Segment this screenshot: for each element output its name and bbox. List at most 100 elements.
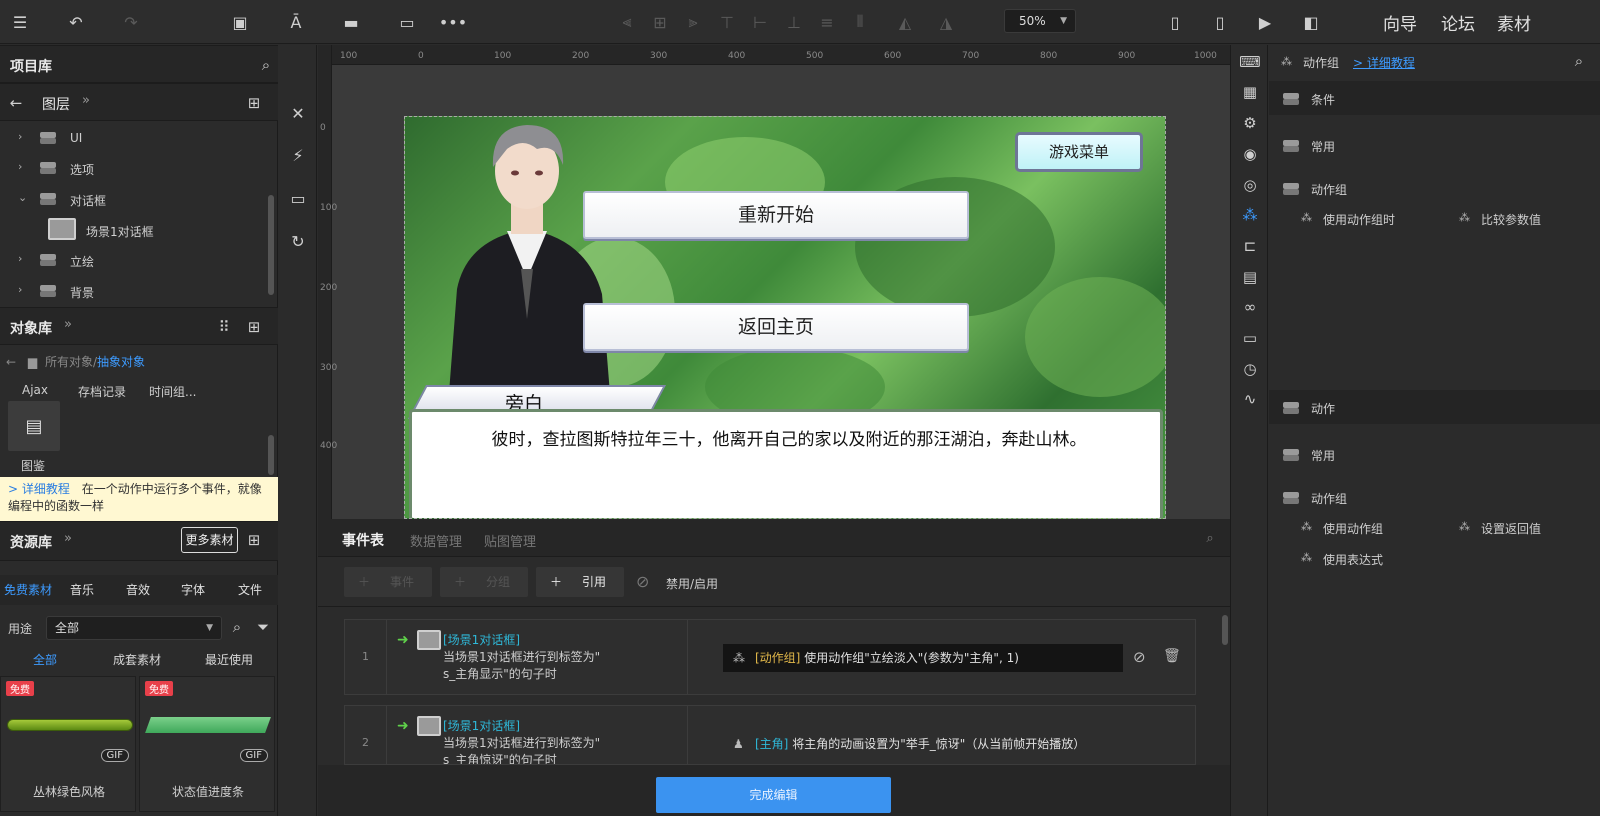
grid-view-icon[interactable]: ⠿ <box>214 317 234 337</box>
align-middle-icon[interactable]: ⊢ <box>748 10 772 34</box>
header-tutorial-link[interactable]: > 详细教程 <box>1353 54 1415 71</box>
object-tab-save[interactable]: 存档记录 <box>78 383 126 400</box>
tree-item-ui[interactable]: › UI <box>0 123 268 153</box>
subtab-all[interactable]: 全部 <box>33 651 57 668</box>
settings-gear-icon[interactable]: ⚙ <box>1239 112 1261 134</box>
align-left-icon[interactable]: ⫷ <box>615 10 639 34</box>
event-condition[interactable]: [场景1对话框] 当场景1对话框进行到标签为" s_主角惊讶"的句子时 <box>443 718 600 764</box>
actions-section[interactable]: 动作 <box>1269 390 1600 424</box>
tab-fonts[interactable]: 字体 <box>181 581 205 598</box>
tree-item-dialog[interactable]: ⌄ 对话框 <box>0 184 268 214</box>
tip-tutorial-link[interactable]: > 详细教程 <box>8 482 70 496</box>
flip-icon[interactable]: ◭ <box>893 10 917 34</box>
back-arrow-icon[interactable]: ← <box>6 93 26 113</box>
subtab-sets[interactable]: 成套素材 <box>113 651 161 668</box>
lightning-icon[interactable]: ⚡ <box>286 143 310 167</box>
file-folder-icon[interactable]: ▭ <box>286 186 310 210</box>
more-icon[interactable]: ••• <box>439 10 467 34</box>
chevron-right-icon[interactable]: › <box>18 283 22 296</box>
align-top-icon[interactable]: ⊤ <box>715 10 739 34</box>
conditions-common[interactable]: 常用 <box>1311 138 1335 155</box>
chevron-right-icon[interactable]: › <box>18 130 22 143</box>
back-arrow-icon[interactable]: ← <box>6 355 16 369</box>
hamburger-menu-icon[interactable]: ☰ <box>8 10 32 34</box>
redo-icon[interactable]: ↷ <box>119 10 143 34</box>
phone-settings-icon[interactable]: ▯ <box>1208 10 1232 34</box>
add-event-button[interactable]: ＋事件 <box>344 567 432 597</box>
split-preview-icon[interactable]: ◧ <box>1299 10 1323 34</box>
hierarchy-icon[interactable]: ⊏ <box>1239 235 1261 257</box>
tree-item-background[interactable]: › 背景 <box>0 276 268 306</box>
game-menu-button[interactable]: 游戏菜单 <box>1015 132 1143 172</box>
restart-button[interactable]: 重新开始 <box>583 191 969 239</box>
guide-link[interactable]: 向导 <box>1383 10 1417 35</box>
object-tab-timegroup[interactable]: 时间组... <box>149 383 196 400</box>
action-group-icon[interactable]: ⁂ <box>1239 204 1261 226</box>
disable-icon[interactable]: ⊘ <box>1133 648 1146 666</box>
loop-icon[interactable]: ∞ <box>1239 296 1261 318</box>
keyboard-alt-icon[interactable]: ▭ <box>1239 327 1261 349</box>
action-use-action-group[interactable]: 使用动作组 <box>1323 520 1383 537</box>
trash-icon[interactable]: 🗑 <box>1163 648 1181 664</box>
filter-icon[interactable]: ⏷ <box>253 617 273 637</box>
subtab-recent[interactable]: 最近使用 <box>205 651 253 668</box>
event-row[interactable]: 1 ➜ [场景1对话框] 当场景1对话框进行到标签为" s_主角显示"的句子时 … <box>344 619 1196 695</box>
disable-icon[interactable]: ⊘ <box>636 572 649 591</box>
tree-item-options[interactable]: › 选项 <box>0 153 268 183</box>
event-action[interactable]: ♟ [主角] 将主角的动画设置为"举手_惊讶"（从当前帧开始播放） <box>723 730 1123 758</box>
add-group-button[interactable]: ＋分组 <box>440 567 528 597</box>
actions-common[interactable]: 常用 <box>1311 447 1335 464</box>
forum-link[interactable]: 论坛 <box>1441 10 1475 35</box>
conditions-section[interactable]: 条件 <box>1269 81 1600 115</box>
image-icon[interactable]: ▣ <box>228 10 252 34</box>
layer-scrollbar[interactable] <box>268 195 274 295</box>
text-icon[interactable]: Ā <box>284 10 308 34</box>
asset-card-jungle[interactable]: 免费 GIF 丛林绿色风格 <box>0 676 136 812</box>
flip-vertical-icon[interactable]: ◮ <box>934 10 958 34</box>
tab-texture-manager[interactable]: 贴图管理 <box>484 531 536 550</box>
chevron-right-icon[interactable]: » <box>64 317 72 332</box>
condition-use-action-group[interactable]: 使用动作组时 <box>1323 211 1395 228</box>
add-icon[interactable]: ⊞ <box>244 93 264 113</box>
sdk-icon[interactable]: ▦ <box>1239 81 1261 103</box>
distribute-h-icon[interactable]: ≡ <box>815 10 839 34</box>
tab-music[interactable]: 音乐 <box>70 581 94 598</box>
add-icon[interactable]: ⊞ <box>244 530 264 550</box>
add-icon[interactable]: ⊞ <box>244 317 264 337</box>
keyboard-icon[interactable]: ⌨ <box>1239 51 1261 73</box>
tab-sfx[interactable]: 音效 <box>126 581 150 598</box>
document-icon[interactable]: ▤ <box>1239 266 1261 288</box>
chevron-right-icon[interactable]: » <box>82 93 90 108</box>
fingerprint-icon[interactable]: ◎ <box>1239 174 1261 196</box>
align-center-icon[interactable]: ⊞ <box>648 10 672 34</box>
search-icon[interactable]: ⌕ <box>1200 528 1220 548</box>
finish-editing-button[interactable]: 完成编辑 <box>656 777 891 813</box>
refresh-icon[interactable]: ↻ <box>286 229 310 253</box>
tab-data-manager[interactable]: 数据管理 <box>410 531 462 550</box>
phone-portrait-icon[interactable]: ▯ <box>1163 10 1187 34</box>
align-right-icon[interactable]: ⫸ <box>681 10 705 34</box>
conditions-group[interactable]: 动作组 <box>1311 181 1347 198</box>
actions-group[interactable]: 动作组 <box>1311 490 1347 507</box>
timer-icon[interactable]: ◷ <box>1239 358 1261 380</box>
usage-select[interactable]: 全部 ▼ <box>46 616 222 640</box>
tab-event-sheet[interactable]: 事件表 <box>342 530 384 550</box>
dialog-box[interactable]: 彼时，查拉图斯特拉年三十，他离开自己的家以及附近的那汪湖泊，奔赴山林。 <box>409 409 1163 518</box>
chevron-down-icon[interactable]: ⌄ <box>18 191 27 204</box>
distribute-v-icon[interactable]: ⦀ <box>848 10 872 34</box>
home-button[interactable]: 返回主页 <box>583 303 969 351</box>
search-icon[interactable]: ⌕ <box>227 617 247 637</box>
audio-wave-icon[interactable]: ∿ <box>1239 388 1261 410</box>
gallery-object-icon[interactable]: ▤ <box>8 401 60 451</box>
event-condition[interactable]: [场景1对话框] 当场景1对话框进行到标签为" s_主角显示"的句子时 <box>443 632 600 683</box>
event-action[interactable]: ⁂ [动作组] 使用动作组"立绘淡入"(参数为"主角", 1) <box>723 644 1123 672</box>
toggle-enable-button[interactable]: 禁用/启用 <box>666 575 718 592</box>
condition-compare-param[interactable]: 比较参数值 <box>1481 211 1541 228</box>
event-row[interactable]: 2 ➜ [场景1对话框] 当场景1对话框进行到标签为" s_主角惊讶"的句子时 … <box>344 705 1196 765</box>
tab-free-assets[interactable]: 免费素材 <box>4 581 52 598</box>
assets-link[interactable]: 素材 <box>1497 10 1531 35</box>
behavior-icon[interactable]: ✕ <box>286 101 310 125</box>
action-set-return-value[interactable]: 设置返回值 <box>1481 520 1541 537</box>
mouse-icon[interactable]: ◉ <box>1239 143 1261 165</box>
zoom-select[interactable]: 50% ▼ <box>1004 9 1076 33</box>
